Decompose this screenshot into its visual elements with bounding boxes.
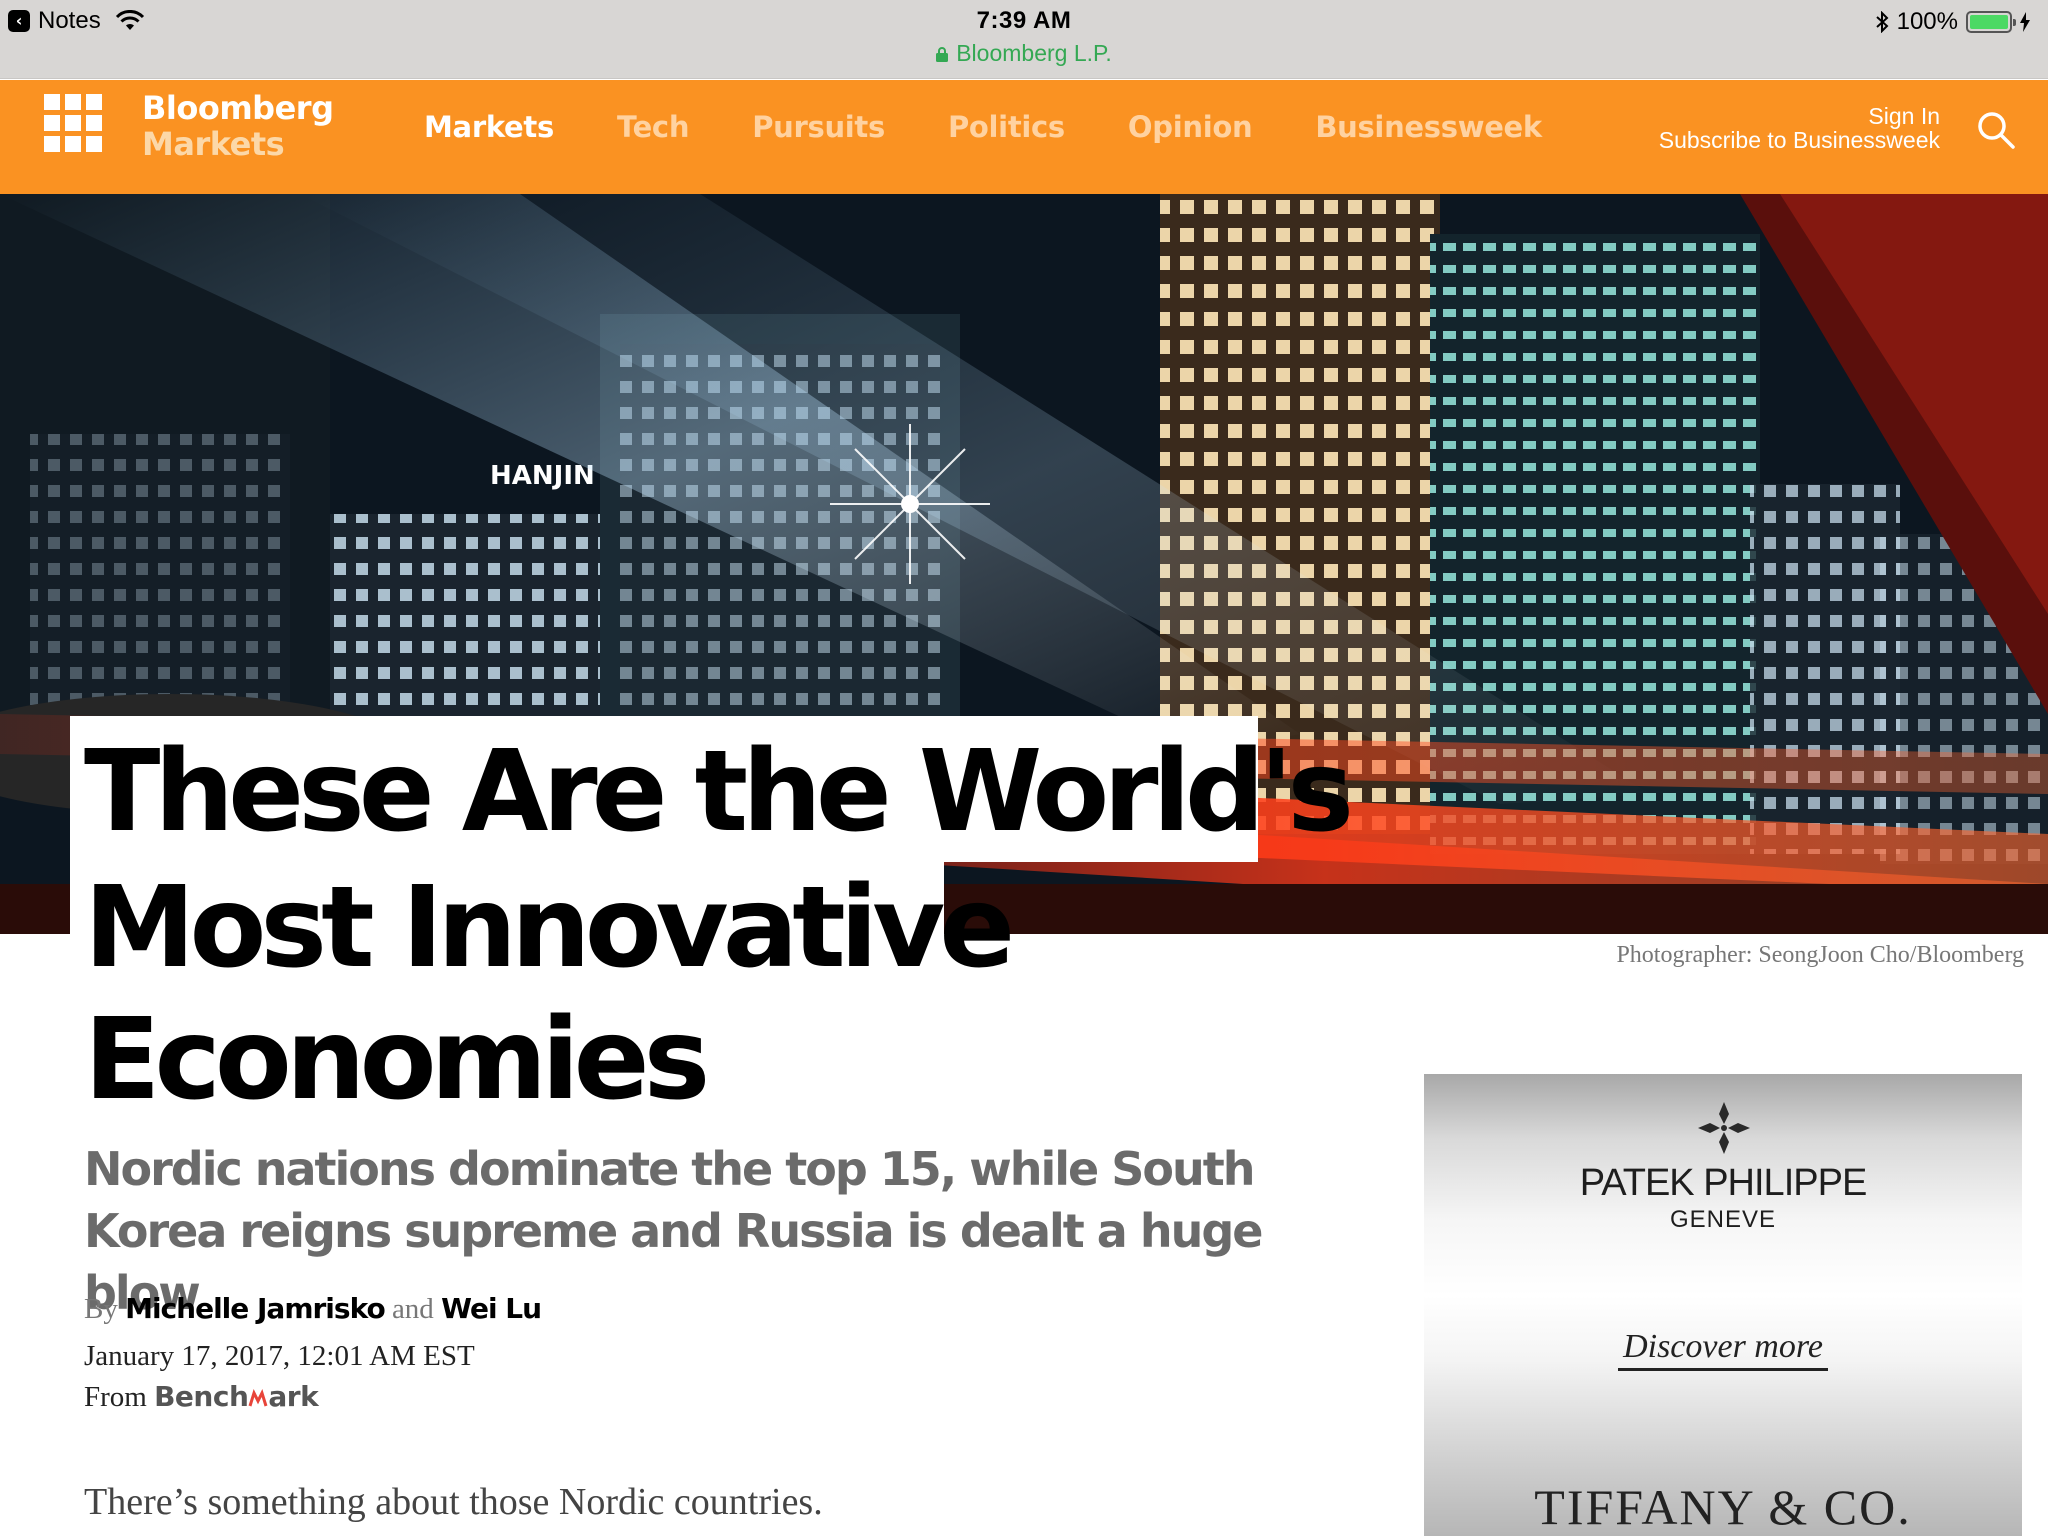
menu-grid-icon[interactable] [44,94,102,152]
author-link[interactable]: Michelle Jamrisko [125,1292,386,1325]
site-identity: Bloomberg L.P. [0,40,2048,67]
article-body-first-sentence: There’s something about those Nordic cou… [84,1481,823,1523]
account-links: Sign In Subscribe to Businessweek [1659,104,1940,152]
benchmark-name-start: Bench [154,1380,249,1413]
headline-line-1: These Are the World's [70,716,1354,862]
status-indicators: 100% [1875,8,2030,36]
battery-percent: 100% [1896,8,1958,35]
bluetooth-icon [1875,11,1889,33]
publish-date: January 17, 2017, 12:01 AM EST [84,1340,475,1372]
site-name: Bloomberg L.P. [956,40,1112,66]
status-bar: ‹ Notes 7:39 AM Bloomberg L.P. 100% [0,0,2048,79]
battery-icon [1966,11,2016,33]
nav-opinion[interactable]: Opinion [1128,110,1253,144]
patek-cross-logo-icon [1698,1102,1750,1154]
battery-level [1970,15,2008,29]
clock: 7:39 AM [976,7,1072,34]
author-link[interactable]: Wei Lu [441,1292,542,1325]
hanjin-sign: HANJIN [490,461,595,491]
bloomberg-markets-logo[interactable]: Bloomberg Markets [142,89,334,163]
advertisement[interactable]: PATEK PHILIPPE GENEVE Discover more TIFF… [1424,1074,2022,1536]
headline-line-2: Most Innovative [70,862,1015,994]
headline-line-3: Economies [70,994,710,1125]
search-icon[interactable] [1976,110,2016,150]
subscribe-link[interactable]: Subscribe to Businessweek [1659,128,1940,152]
ad-retailer: TIFFANY & CO. [1534,1479,1912,1535]
benchmark-m-logo-icon [248,1388,268,1407]
lock-icon [936,47,949,62]
byline: By Michelle Jamrisko and Wei Lu [84,1292,542,1326]
section-nav: Markets Tech Pursuits Politics Opinion B… [424,110,1605,144]
benchmark-link[interactable]: Bench ark [154,1380,319,1413]
photo-credit: Photographer: SeongJoon Cho/Bloomberg [1616,942,2024,968]
nav-pursuits[interactable]: Pursuits [752,110,885,144]
from-label: From [84,1381,147,1413]
byline-and: and [391,1293,434,1325]
sign-in-link[interactable]: Sign In [1659,104,1940,128]
ad-city: GENEVE [1669,1206,1777,1233]
charging-bolt-icon [2020,12,2030,32]
nav-politics[interactable]: Politics [948,110,1065,144]
brand-section: Markets [142,125,285,163]
site-header: Bloomberg Markets Markets Tech Pursuits … [0,80,2048,194]
nav-businessweek[interactable]: Businessweek [1315,110,1542,144]
brand-name: Bloomberg [142,89,334,127]
source-line: From Bench ark [84,1380,319,1414]
ad-brand: PATEK PHILIPPE [1579,1162,1868,1204]
ad-discover-more-link[interactable]: Discover more [1618,1328,1828,1371]
nav-markets[interactable]: Markets [424,110,554,144]
byline-by: By [84,1293,118,1325]
benchmark-name-end: ark [268,1380,319,1413]
nav-tech[interactable]: Tech [617,110,690,144]
